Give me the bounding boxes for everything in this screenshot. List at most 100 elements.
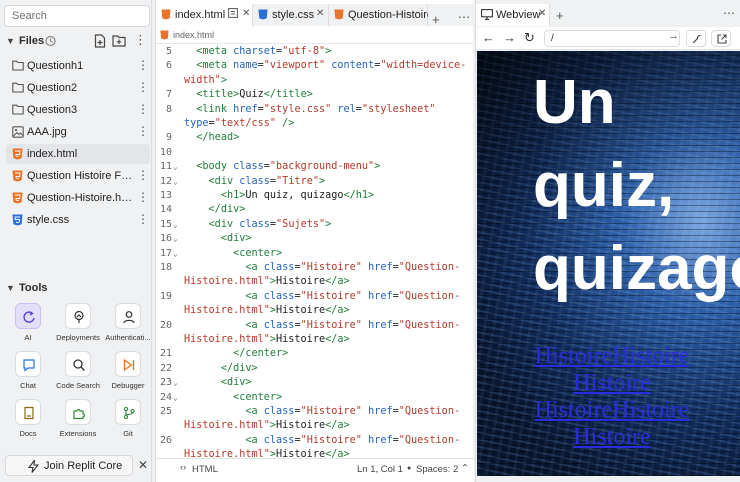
split-view-icon[interactable] [228, 8, 238, 21]
chevron-up-icon[interactable]: ⌃ [461, 463, 469, 474]
fold-chevron-icon[interactable]: ⌄ [173, 232, 178, 246]
code-line[interactable]: 8 <link href="style.css" rel="stylesheet… [156, 103, 474, 117]
code-line[interactable]: Histoire.html">Histoire</a> [156, 419, 474, 433]
tab-style-css[interactable]: style.css ✕ [253, 4, 329, 26]
back-arrow-icon[interactable]: ← [482, 30, 495, 45]
file-menu-icon[interactable]: ⋮ [137, 190, 149, 204]
code-line[interactable]: Histoire.html">Histoire</a> [156, 333, 474, 347]
tool-docs[interactable]: Docs [2, 399, 54, 443]
code-line[interactable]: 20 <a class="Histoire" href="Question- [156, 319, 474, 333]
tools-header[interactable]: ▼ Tools [0, 280, 152, 298]
histoire-link[interactable]: Histoire [535, 397, 612, 423]
file-item[interactable]: index.html [6, 144, 150, 164]
url-input[interactable] [544, 30, 680, 47]
add-tab-icon[interactable]: + [556, 8, 564, 23]
refresh-icon[interactable]: ↻ [524, 30, 535, 46]
tool-code-search[interactable]: Code Search [52, 351, 104, 395]
code-line[interactable]: 11 ⌄ <body class="background-menu"> [156, 160, 474, 174]
tab-index-html[interactable]: index.html ✕ [156, 4, 253, 26]
tool-chat[interactable]: Chat [2, 351, 54, 395]
tab-webview[interactable]: Webview ✕ [476, 4, 550, 26]
code-line[interactable]: 22 </div> [156, 362, 474, 376]
more-options-icon[interactable]: ⋯ [458, 10, 470, 24]
file-menu-icon[interactable]: ⋮ [137, 80, 149, 94]
code-line[interactable]: Histoire.html">Histoire</a> [156, 275, 474, 289]
code-line[interactable]: 21 </center> [156, 347, 474, 361]
file-menu-icon[interactable]: ⋮ [137, 102, 149, 116]
fold-chevron-icon[interactable]: ⌄ [173, 391, 178, 405]
histoire-link[interactable]: Histoire [535, 343, 612, 369]
code-line[interactable]: type="text/css" /> [156, 117, 474, 131]
cursor-position[interactable]: Ln 1, Col 1 [357, 464, 403, 475]
tab-question-histoire[interactable]: Question-Histoire.h [329, 4, 428, 26]
histoire-link[interactable]: Histoire [612, 343, 689, 369]
indent-setting[interactable]: Spaces: 2 [416, 464, 458, 475]
code-line[interactable]: 25 <a class="Histoire" href="Question- [156, 405, 474, 419]
histoire-link[interactable]: Histoire [573, 424, 650, 450]
file-menu-icon[interactable]: ⋮ [137, 212, 149, 226]
tool-ai[interactable]: AI [2, 303, 54, 347]
code-line[interactable]: 15 ⌄ <div class="Sujets"> [156, 218, 474, 232]
file-item[interactable]: Question2 ⋮ [6, 78, 150, 98]
histoire-link[interactable]: Histoire [612, 397, 689, 423]
more-options-icon[interactable]: ⋮ [134, 32, 147, 48]
tool-debugger[interactable]: Debugger [102, 351, 154, 395]
history-icon[interactable] [44, 35, 57, 50]
file-item[interactable]: style.css ⋮ [6, 210, 150, 230]
file-item[interactable]: Questionh1 ⋮ [6, 56, 150, 76]
histoire-link[interactable]: Histoire [573, 370, 650, 396]
code-line[interactable]: 19 <a class="Histoire" href="Question- [156, 290, 474, 304]
join-replit-core-button[interactable]: Join Replit Core [5, 455, 133, 476]
new-folder-icon[interactable] [112, 34, 126, 50]
code-line[interactable]: 10 [156, 146, 474, 160]
close-icon[interactable]: ✕ [138, 458, 148, 472]
forward-arrow-icon[interactable]: → [503, 30, 516, 45]
code-line[interactable]: width"> [156, 74, 474, 88]
chevron-down-icon[interactable]: ▼ [6, 283, 15, 293]
code-line[interactable]: Histoire.html">Histoire</a> [156, 304, 474, 318]
fold-chevron-icon[interactable]: ⌄ [173, 247, 178, 261]
add-tab-icon[interactable]: + [432, 12, 440, 27]
close-tab-icon[interactable]: ✕ [538, 8, 546, 19]
chevron-down-icon[interactable]: ▼ [6, 36, 15, 46]
code-line[interactable]: 16 ⌄ <div> [156, 232, 474, 246]
close-tab-icon[interactable]: ✕ [242, 8, 250, 19]
code-line[interactable]: 6 <meta name="viewport" content="width=d… [156, 59, 474, 73]
go-arrow-icon[interactable]: → [668, 30, 679, 42]
code-line[interactable]: 5 <meta charset="utf-8"> [156, 45, 474, 59]
new-file-icon[interactable] [94, 34, 106, 51]
close-tab-icon[interactable]: ✕ [316, 8, 324, 19]
files-header[interactable]: ▼ Files ⋮ [0, 32, 152, 52]
language-mode[interactable]: HTML [192, 464, 218, 475]
fold-chevron-icon[interactable]: ⌄ [173, 160, 178, 174]
tool-git[interactable]: Git [102, 399, 154, 443]
file-menu-icon[interactable]: ⋮ [137, 124, 149, 138]
search-input[interactable] [4, 5, 150, 27]
code-area[interactable]: 5 <meta charset="utf-8"> 6 <meta name="vi… [156, 45, 474, 460]
devtools-button[interactable] [686, 30, 706, 47]
tool-extensions[interactable]: Extensions [52, 399, 104, 443]
tool-authentication[interactable]: Authenticati... [102, 303, 154, 347]
code-line[interactable]: 26 <a class="Histoire" href="Question- [156, 434, 474, 448]
file-item[interactable]: Question Histoire Fini... ⋮ [6, 166, 150, 186]
code-line[interactable]: 24 ⌄ <center> [156, 391, 474, 405]
open-new-window-button[interactable] [711, 30, 731, 47]
code-line[interactable]: 14 </div> [156, 203, 474, 217]
code-line[interactable]: 17 ⌄ <center> [156, 247, 474, 261]
tool-deployments[interactable]: Deployments [52, 303, 104, 347]
fold-chevron-icon[interactable]: ⌄ [173, 175, 178, 189]
code-line[interactable]: 9 </head> [156, 131, 474, 145]
file-item[interactable]: Question3 ⋮ [6, 100, 150, 120]
file-menu-icon[interactable]: ⋮ [137, 58, 149, 72]
file-item[interactable]: AAA.jpg ⋮ [6, 122, 150, 142]
code-line[interactable]: 7 <title>Quiz</title> [156, 88, 474, 102]
code-line[interactable]: 12 ⌄ <div class="Titre"> [156, 175, 474, 189]
more-options-icon[interactable]: ⋯ [723, 6, 735, 20]
file-item[interactable]: Question-Histoire.html ⋮ [6, 188, 150, 208]
code-line[interactable]: 23 ⌄ <div> [156, 376, 474, 390]
fold-chevron-icon[interactable]: ⌄ [173, 376, 178, 390]
code-line[interactable]: 13 <h1>Un quiz, quizago</h1> [156, 189, 474, 203]
file-menu-icon[interactable]: ⋮ [137, 168, 149, 182]
fold-chevron-icon[interactable]: ⌄ [173, 218, 178, 232]
code-line[interactable]: 18 <a class="Histoire" href="Question- [156, 261, 474, 275]
